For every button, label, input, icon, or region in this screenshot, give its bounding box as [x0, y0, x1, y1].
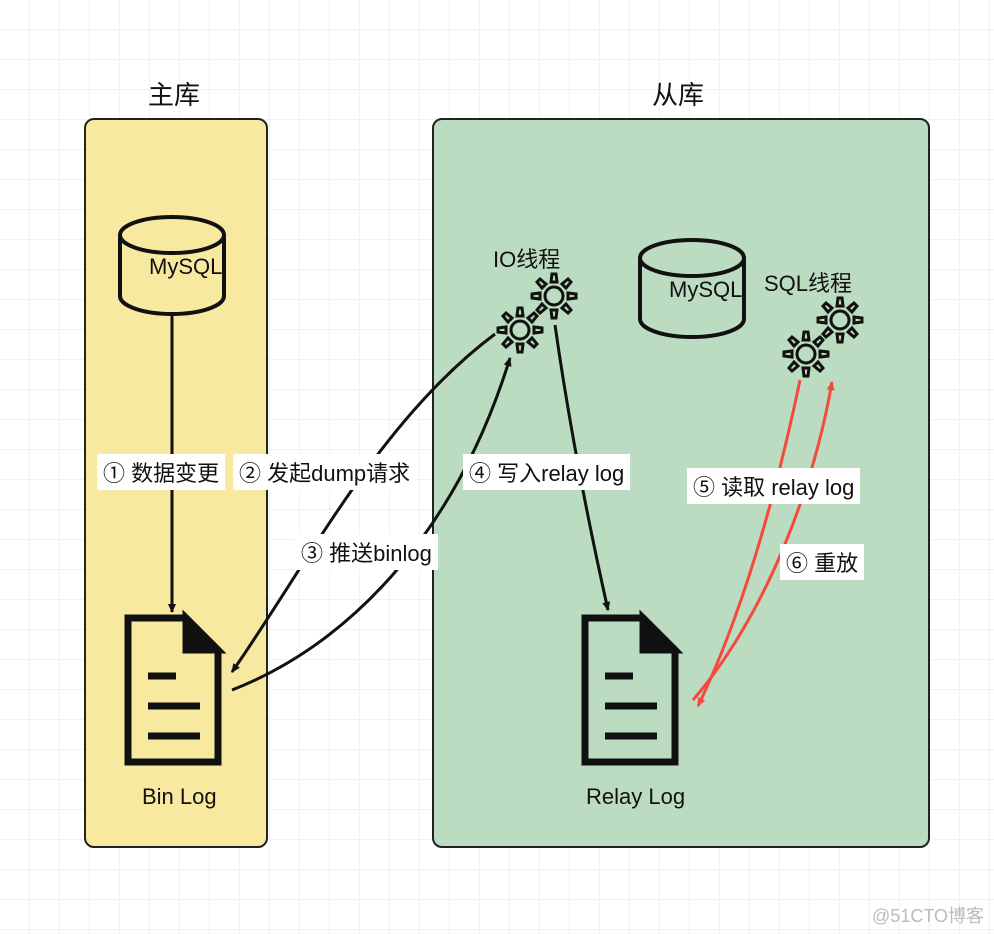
- edge-label-5: ⑤ 读取 relay log: [687, 468, 860, 504]
- diagram-canvas: 主库 从库: [0, 0, 994, 934]
- slave-title: 从库: [652, 75, 704, 112]
- edge-label-6: ⑥ 重放: [780, 544, 864, 580]
- edge-label-2: ② 发起dump请求: [233, 454, 416, 490]
- edge-label-1: ① 数据变更: [97, 454, 225, 490]
- master-mysql-label: MySQL: [143, 252, 228, 282]
- io-thread-label: IO线程: [487, 240, 566, 276]
- slave-mysql-label: MySQL: [663, 275, 748, 305]
- watermark: @51CTO博客: [872, 902, 984, 928]
- master-title: 主库: [148, 75, 200, 112]
- binlog-label: Bin Log: [136, 782, 223, 812]
- edge-label-3: ③ 推送binlog: [295, 534, 438, 570]
- relaylog-label: Relay Log: [580, 782, 691, 812]
- edge-label-4: ④ 写入relay log: [463, 454, 630, 490]
- sql-thread-label: SQL线程: [758, 264, 858, 300]
